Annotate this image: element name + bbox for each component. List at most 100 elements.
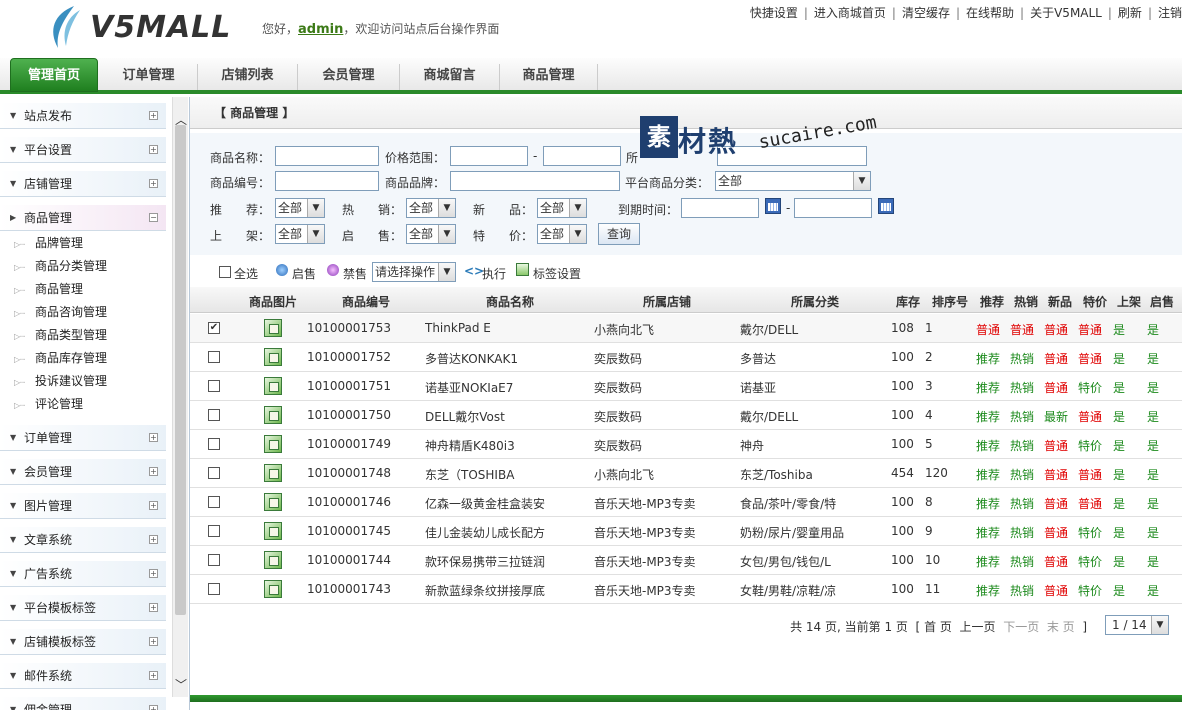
tab-orders[interactable]: 订单管理 xyxy=(100,64,198,90)
calendar-icon[interactable] xyxy=(765,198,781,214)
sale-flag[interactable]: 是 xyxy=(1147,524,1159,541)
mall-home-link[interactable]: 进入商城首页 xyxy=(814,6,886,20)
sale-flag[interactable]: 是 xyxy=(1147,582,1159,599)
sidebar-subitem-complaint[interactable]: ▷┈ 投诉建议管理 xyxy=(14,370,107,392)
special-flag[interactable]: 特价 xyxy=(1078,553,1102,570)
product-image-icon[interactable] xyxy=(264,377,282,395)
table-row[interactable]: ✔ 10100001753 ThinkPad E 小燕向北飞 戴尔/DELL 108 1 普通… xyxy=(190,314,1182,343)
expand-icon[interactable]: + xyxy=(149,501,158,510)
clear-cache-link[interactable]: 清空缓存 xyxy=(902,6,950,20)
sidebar-item-mail-system[interactable]: ▼ 邮件系统 + xyxy=(0,663,166,689)
expand-icon[interactable]: + xyxy=(149,637,158,646)
row-checkbox[interactable] xyxy=(208,467,220,479)
about-link[interactable]: 关于V5MALL xyxy=(1030,6,1102,20)
special-flag[interactable]: 特价 xyxy=(1078,379,1102,396)
hot-flag[interactable]: 热销 xyxy=(1010,437,1034,454)
shelf-flag[interactable]: 是 xyxy=(1113,350,1125,367)
new-flag[interactable]: 普通 xyxy=(1044,350,1068,367)
product-image-icon[interactable] xyxy=(264,580,282,598)
expand-icon[interactable]: + xyxy=(149,569,158,578)
sidebar-subitem-product[interactable]: ▷┈ 商品管理 xyxy=(14,278,83,300)
sale-flag[interactable]: 是 xyxy=(1147,495,1159,512)
hot-flag[interactable]: 热销 xyxy=(1010,553,1034,570)
hot-flag[interactable]: 热销 xyxy=(1010,524,1034,541)
expire-start-input[interactable] xyxy=(681,198,759,218)
tab-messages[interactable]: 商城留言 xyxy=(400,64,500,90)
shelf-flag[interactable]: 是 xyxy=(1113,321,1125,338)
row-checkbox[interactable] xyxy=(208,554,220,566)
row-checkbox[interactable] xyxy=(208,409,220,421)
product-image-icon[interactable] xyxy=(264,522,282,540)
tab-stores[interactable]: 店铺列表 xyxy=(198,64,298,90)
sale-flag[interactable]: 是 xyxy=(1147,350,1159,367)
expand-icon[interactable]: + xyxy=(149,603,158,612)
sidebar-subitem-stock[interactable]: ▷┈ 商品库存管理 xyxy=(14,347,107,369)
new-flag[interactable]: 普通 xyxy=(1044,553,1068,570)
new-flag[interactable]: 普通 xyxy=(1044,495,1068,512)
row-checkbox[interactable] xyxy=(208,438,220,450)
special-flag[interactable]: 普通 xyxy=(1078,495,1102,512)
sale-flag[interactable]: 是 xyxy=(1147,553,1159,570)
special-flag[interactable]: 普通 xyxy=(1078,408,1102,425)
expand-icon[interactable]: + xyxy=(149,671,158,680)
sidebar-item-member-management[interactable]: ▼ 会员管理 + xyxy=(0,459,166,485)
collapse-icon[interactable]: − xyxy=(149,213,158,222)
new-select[interactable]: 全部 ▼ xyxy=(537,198,587,218)
sale-flag[interactable]: 是 xyxy=(1147,379,1159,396)
recommend-flag[interactable]: 推荐 xyxy=(976,350,1000,367)
sidebar-subitem-consult[interactable]: ▷┈ 商品咨询管理 xyxy=(14,301,107,323)
shelf-flag[interactable]: 是 xyxy=(1113,466,1125,483)
sidebar-scrollbar[interactable]: ︿ ﹀ xyxy=(172,97,188,697)
enable-sale-button[interactable]: 启售 xyxy=(292,265,316,282)
scrollbar-thumb[interactable] xyxy=(175,125,186,615)
expand-icon[interactable]: + xyxy=(149,535,158,544)
operation-select[interactable]: 请选择操作 ▼ xyxy=(372,262,456,282)
shelf-flag[interactable]: 是 xyxy=(1113,379,1125,396)
recommend-flag[interactable]: 推荐 xyxy=(976,379,1000,396)
sidebar-item-platform-template-tags[interactable]: ▼ 平台模板标签 + xyxy=(0,595,166,621)
recommend-flag[interactable]: 推荐 xyxy=(976,582,1000,599)
shelf-flag[interactable]: 是 xyxy=(1113,437,1125,454)
sale-select[interactable]: 全部 ▼ xyxy=(406,224,456,244)
hot-flag[interactable]: 热销 xyxy=(1010,495,1034,512)
sidebar-subitem-review[interactable]: ▷┈ 评论管理 xyxy=(14,393,83,415)
row-checkbox[interactable] xyxy=(208,351,220,363)
product-image-icon[interactable] xyxy=(264,435,282,453)
special-flag[interactable]: 特价 xyxy=(1078,437,1102,454)
row-checkbox[interactable] xyxy=(208,583,220,595)
special-flag[interactable]: 普通 xyxy=(1078,350,1102,367)
tab-dashboard[interactable]: 管理首页 xyxy=(10,58,98,92)
special-flag[interactable]: 特价 xyxy=(1078,524,1102,541)
expand-icon[interactable]: + xyxy=(149,145,158,154)
expire-end-input[interactable] xyxy=(794,198,872,218)
expand-icon[interactable]: + xyxy=(149,705,158,710)
sidebar-item-platform-settings[interactable]: ▼ 平台设置 + xyxy=(0,137,166,163)
sale-flag[interactable]: 是 xyxy=(1147,321,1159,338)
hot-flag[interactable]: 热销 xyxy=(1010,466,1034,483)
recommend-flag[interactable]: 推荐 xyxy=(976,553,1000,570)
shelf-flag[interactable]: 是 xyxy=(1113,553,1125,570)
online-help-link[interactable]: 在线帮助 xyxy=(966,6,1014,20)
hot-flag[interactable]: 热销 xyxy=(1010,582,1034,599)
expand-icon[interactable]: + xyxy=(149,433,158,442)
shelf-flag[interactable]: 是 xyxy=(1113,408,1125,425)
recommend-flag[interactable]: 推荐 xyxy=(976,495,1000,512)
hot-flag[interactable]: 热销 xyxy=(1010,379,1034,396)
select-all-label[interactable]: 全选 xyxy=(234,265,258,282)
product-image-icon[interactable] xyxy=(264,464,282,482)
table-row[interactable]: 10100001751 诺基亚NOKIaE7 奕辰数码 诺基亚 100 3 推荐 热销 普通 特价… xyxy=(190,372,1182,401)
sidebar-item-order-management[interactable]: ▼ 订单管理 + xyxy=(0,425,166,451)
sidebar-subitem-brand[interactable]: ▷┈ 品牌管理 xyxy=(14,232,83,254)
last-page-link[interactable]: 末 页 xyxy=(1047,620,1075,634)
refresh-link[interactable]: 刷新 xyxy=(1118,6,1142,20)
price-min-input[interactable] xyxy=(450,146,528,166)
new-flag[interactable]: 普通 xyxy=(1044,437,1068,454)
table-row[interactable]: 10100001744 款环保易携带三拉链润 音乐天地-MP3专卖 女包/男包/钱包/… xyxy=(190,546,1182,575)
row-checkbox[interactable] xyxy=(208,525,220,537)
product-image-icon[interactable] xyxy=(264,551,282,569)
hot-flag[interactable]: 普通 xyxy=(1010,321,1034,338)
new-flag[interactable]: 普通 xyxy=(1044,379,1068,396)
sidebar-subitem-type[interactable]: ▷┈ 商品类型管理 xyxy=(14,324,107,346)
new-flag[interactable]: 普通 xyxy=(1044,582,1068,599)
recommend-select[interactable]: 全部 ▼ xyxy=(275,198,325,218)
